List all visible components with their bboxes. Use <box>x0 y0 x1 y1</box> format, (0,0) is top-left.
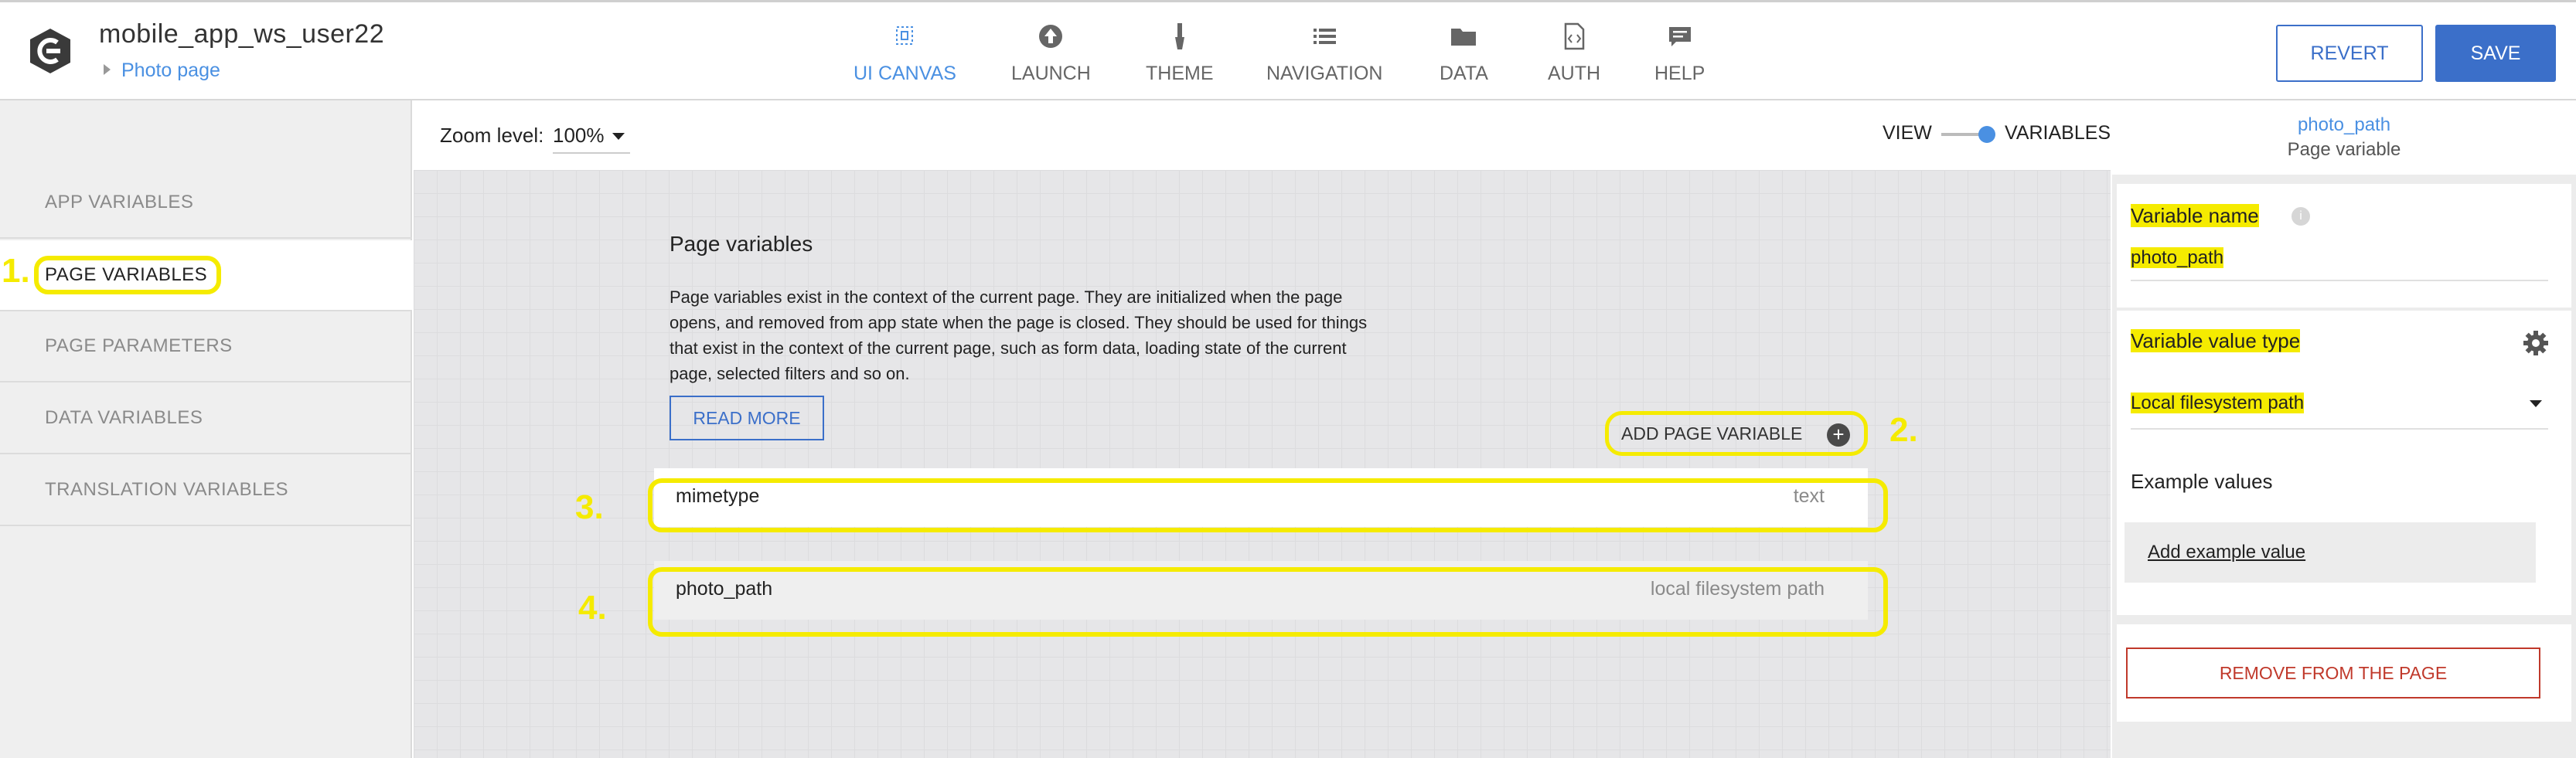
variables-label[interactable]: VARIABLES <box>2005 122 2111 144</box>
nav-label: AUTH <box>1548 63 1601 84</box>
add-example-box[interactable]: Add example value <box>2125 522 2536 583</box>
top-bar: mobile_app_ws_user22 Photo page UI CANVA… <box>0 0 2576 100</box>
folder-icon <box>1451 29 1477 46</box>
view-variables-toggle[interactable] <box>1941 126 1995 143</box>
info-icon[interactable]: i <box>2291 207 2310 226</box>
save-button[interactable]: SAVE <box>2435 25 2556 82</box>
highlight-annotation <box>648 567 1888 637</box>
panel-variable-kind: Page variable <box>2287 139 2401 160</box>
upload-icon <box>1039 25 1063 48</box>
nav-label: UI CANVAS <box>854 63 956 84</box>
nav-ui-canvas[interactable]: UI CANVAS <box>854 21 956 85</box>
annotation-number: 2. <box>1889 411 1918 449</box>
read-more-button[interactable]: READ MORE <box>670 396 824 440</box>
app-title: mobile_app_ws_user22 <box>99 19 385 49</box>
list-icon <box>1314 29 1337 44</box>
chat-icon <box>1668 27 1691 46</box>
breadcrumb[interactable]: Photo page <box>104 59 220 82</box>
panel-variable-name: photo_path <box>2297 114 2391 135</box>
sidebar-item-page-parameters[interactable]: PAGE PARAMETERS <box>0 311 412 382</box>
nav-theme[interactable]: THEME <box>1146 21 1214 85</box>
value-type-select[interactable]: Local filesystem path <box>2131 393 2548 430</box>
annotation-number: 4. <box>578 589 607 627</box>
add-example-link[interactable]: Add example value <box>2148 542 2305 563</box>
annotation-number: 1. <box>2 252 30 290</box>
canvas-toolbar: Zoom level: 100% VIEW VARIABLES <box>414 100 2111 170</box>
annotation-number: 3. <box>575 488 604 526</box>
caret-right-icon <box>104 64 111 75</box>
plus-icon: + <box>1827 423 1850 447</box>
breadcrumb-page[interactable]: Photo page <box>121 59 220 81</box>
highlight-annotation <box>648 478 1888 532</box>
nav-launch[interactable]: LAUNCH <box>1011 21 1091 85</box>
nav-auth[interactable]: AUTH <box>1548 21 1600 85</box>
code-file-icon <box>1564 22 1585 50</box>
section-title: Page variables <box>670 232 813 256</box>
sidebar-item-translation-variables[interactable]: TRANSLATION VARIABLES <box>0 455 412 526</box>
gear-icon[interactable] <box>2522 329 2550 357</box>
sidebar-item-label: DATA VARIABLES <box>45 407 203 428</box>
zoom-label: Zoom level: <box>440 124 544 147</box>
view-label[interactable]: VIEW <box>1883 122 1932 144</box>
variable-name-card <box>2117 184 2571 308</box>
nav-label: NAVIGATION <box>1266 63 1383 84</box>
highlight-annotation <box>34 256 221 294</box>
value-type-label: Variable value type <box>2131 329 2301 352</box>
section-description: Page variables exist in the context of t… <box>670 287 1368 383</box>
sidebar-item-label: PAGE PARAMETERS <box>45 335 233 356</box>
zoom-select[interactable]: 100% <box>553 124 630 154</box>
sidebar-item-app-variables[interactable]: APP VARIABLES <box>0 168 412 239</box>
canvas-area <box>414 170 2111 758</box>
nav-help[interactable]: HELP <box>1654 21 1705 85</box>
nav-data[interactable]: DATA <box>1440 21 1488 85</box>
caret-down-icon <box>612 133 625 140</box>
brush-icon <box>1174 23 1184 49</box>
nav-label: LAUNCH <box>1011 63 1091 84</box>
sidebar: APP VARIABLES PAGE VARIABLES PAGE PARAME… <box>0 100 412 758</box>
nav-label: THEME <box>1146 63 1214 84</box>
example-values-label: Example values <box>2131 470 2273 493</box>
remove-from-page-button[interactable]: REMOVE FROM THE PAGE <box>2126 648 2540 699</box>
nav-navigation[interactable]: NAVIGATION <box>1266 21 1382 85</box>
add-page-variable-button[interactable]: ADD PAGE VARIABLE + <box>1605 411 1868 456</box>
sidebar-item-label: TRANSLATION VARIABLES <box>45 479 289 500</box>
toggle-knob[interactable] <box>1978 126 1995 143</box>
nav-label: HELP <box>1654 63 1705 84</box>
sidebar-item-data-variables[interactable]: DATA VARIABLES <box>0 383 412 454</box>
zoom-value: 100% <box>553 124 605 147</box>
panel-header: photo_path Page variable <box>2112 100 2576 175</box>
right-panel: photo_path Page variable Variable name i… <box>2112 100 2576 758</box>
revert-button[interactable]: REVERT <box>2276 25 2423 82</box>
logo-icon[interactable] <box>26 27 74 75</box>
variable-name-input[interactable]: photo_path <box>2131 247 2548 281</box>
canvas-icon <box>896 26 914 45</box>
caret-down-icon <box>2530 400 2542 407</box>
variable-name-label: Variable name <box>2131 204 2259 227</box>
add-variable-label: ADD PAGE VARIABLE <box>1621 423 1803 444</box>
nav-label: DATA <box>1440 63 1488 84</box>
sidebar-item-label: APP VARIABLES <box>45 192 194 212</box>
